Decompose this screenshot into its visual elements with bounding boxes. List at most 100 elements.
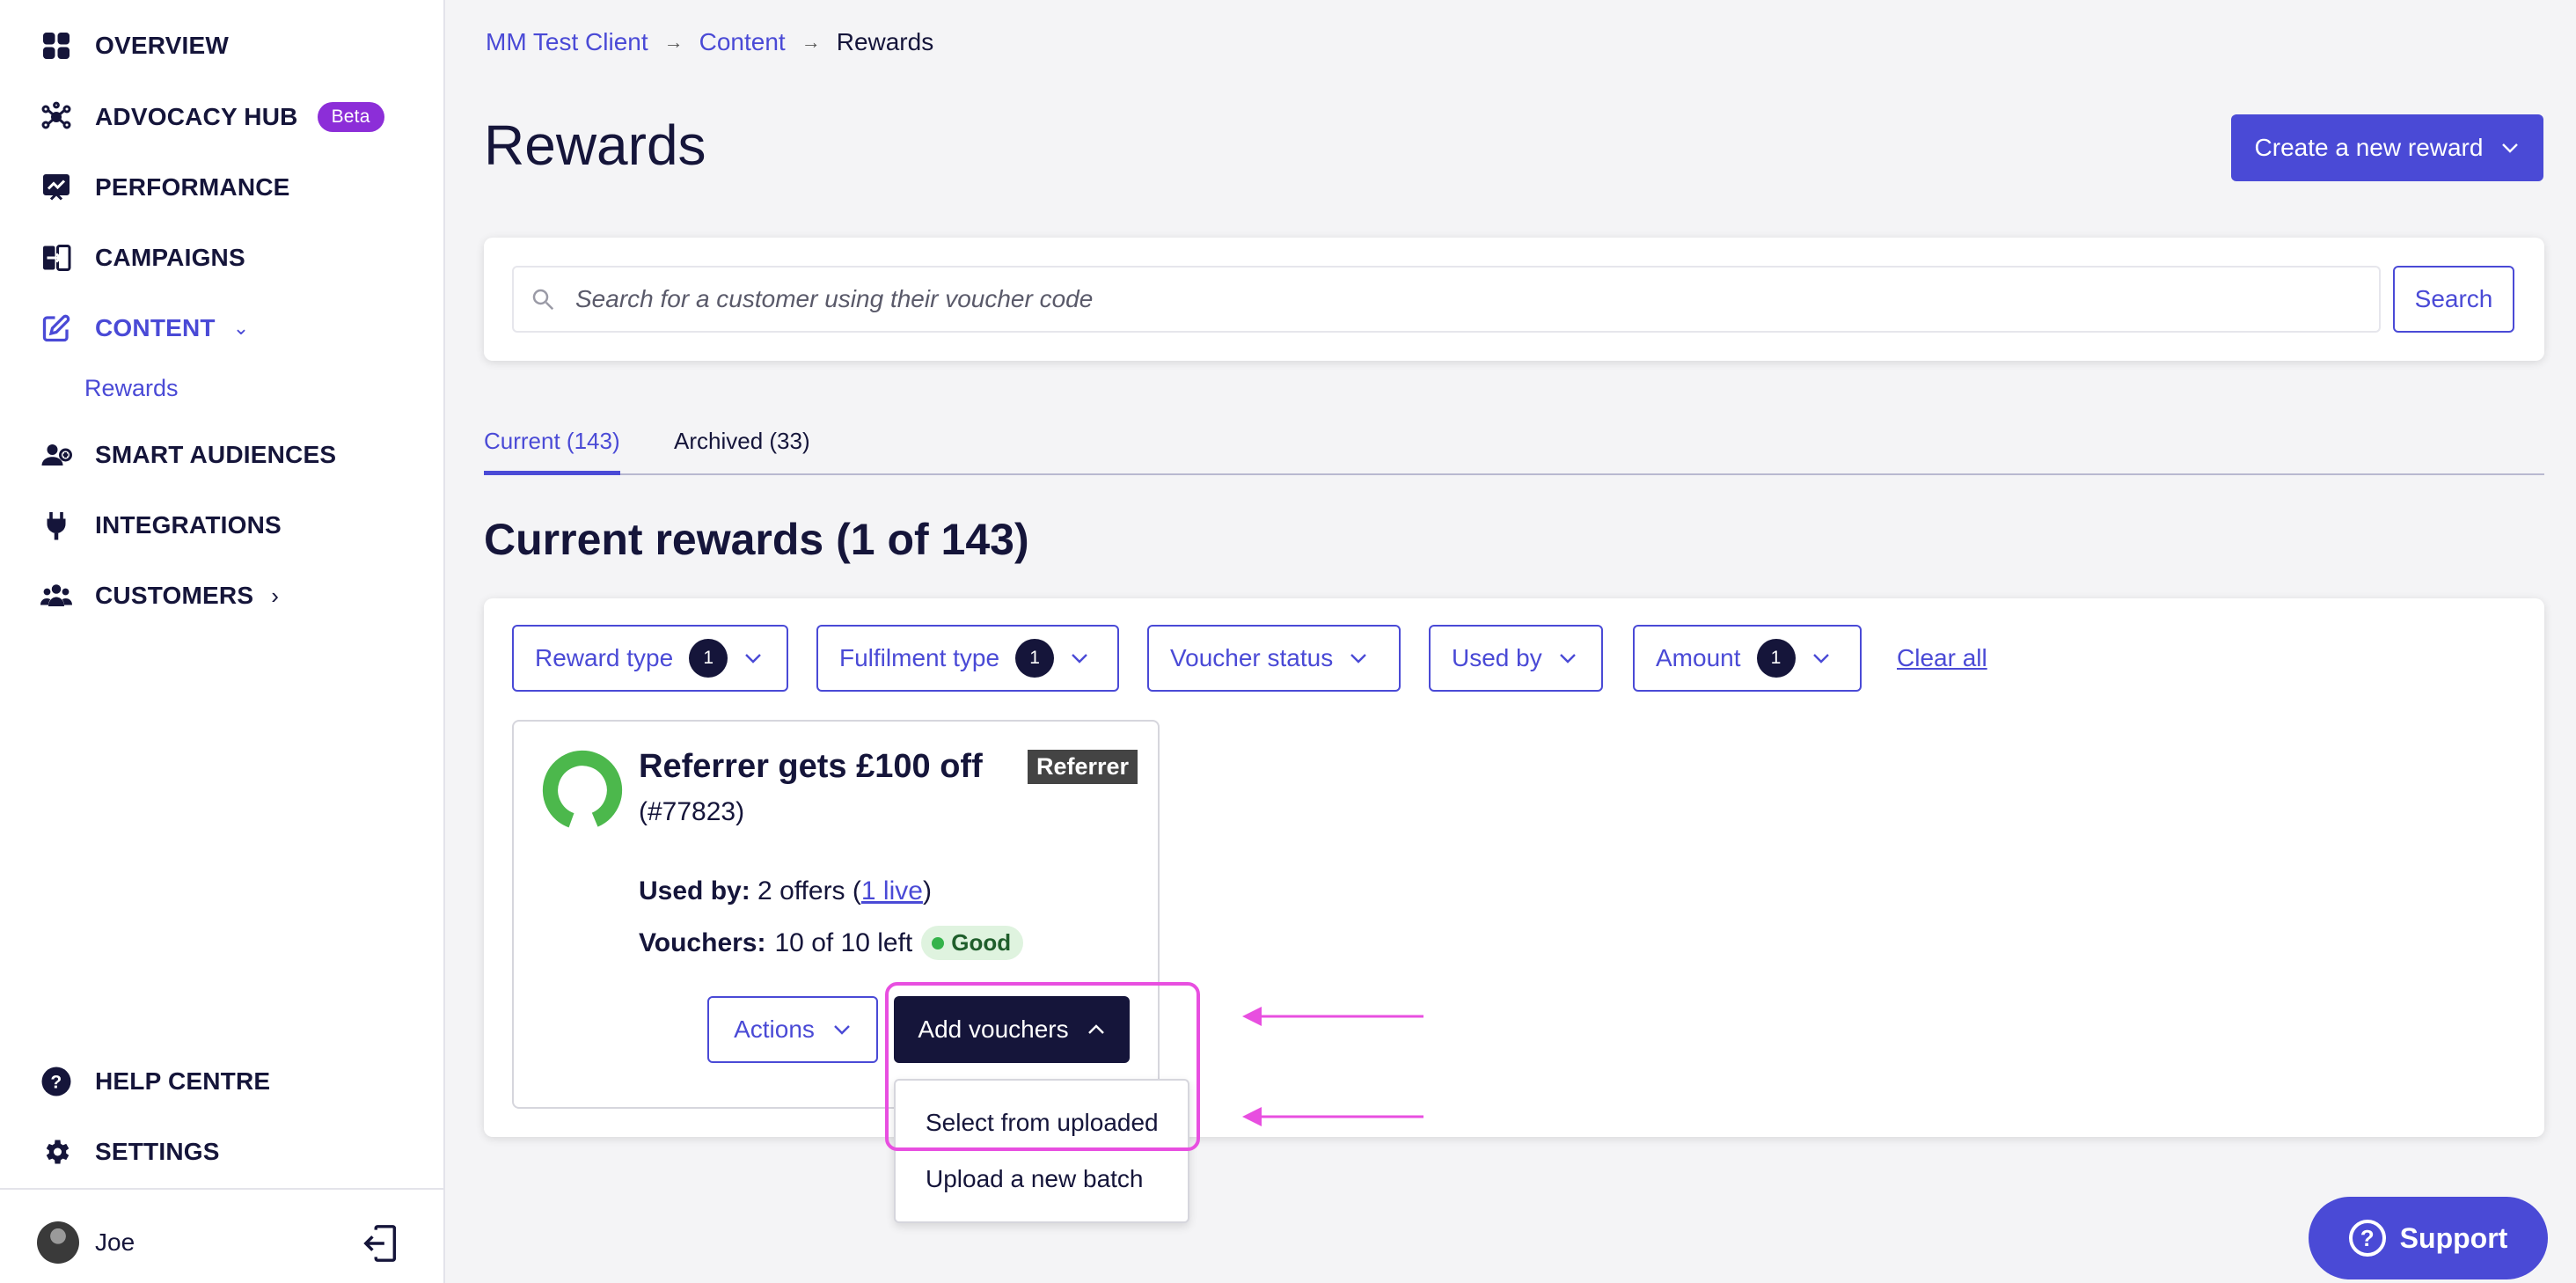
support-button[interactable]: ? Support	[2309, 1197, 2548, 1279]
edit-icon	[40, 312, 72, 344]
nav-customers[interactable]: CUSTOMERS ›	[40, 574, 279, 618]
nav-advocacy-hub[interactable]: ADVOCACY HUB Beta	[40, 95, 384, 139]
nav-help-centre[interactable]: ? HELP CENTRE	[40, 1059, 270, 1103]
referrer-tag: Referrer	[1028, 750, 1138, 784]
filter-reward-type[interactable]: Reward type 1	[512, 625, 788, 692]
vouchers-value: 10 of 10 left	[774, 927, 913, 957]
status-text: Good	[951, 929, 1012, 956]
used-by-value: 2 offers (	[757, 876, 861, 905]
user-name: Joe	[95, 1228, 135, 1256]
breadcrumb-content[interactable]: Content	[699, 28, 786, 56]
page-title: Rewards	[484, 114, 706, 177]
section-title: Current rewards (1 of 143)	[484, 515, 1029, 564]
nav-label: INTEGRATIONS	[95, 511, 282, 539]
svg-text:?: ?	[50, 1073, 62, 1093]
search-icon	[532, 289, 554, 311]
progress-ring-icon	[542, 750, 623, 831]
beta-badge: Beta	[317, 102, 384, 132]
arrow-left-icon	[1242, 1007, 1423, 1026]
filter-fulfilment-type[interactable]: Fulfilment type 1	[816, 625, 1119, 692]
tabs: Current (143) Archived (33)	[484, 424, 2544, 475]
chevron-down-icon	[834, 1025, 850, 1035]
people-icon	[40, 580, 72, 612]
create-reward-button[interactable]: Create a new reward	[2231, 114, 2543, 181]
campaign-icon	[40, 242, 72, 274]
logout-icon[interactable]	[361, 1223, 401, 1264]
chevron-down-icon	[1072, 654, 1087, 663]
chevron-down-icon	[745, 654, 762, 663]
avatar	[37, 1221, 79, 1264]
search-box	[512, 266, 2381, 333]
highlight-annotation	[885, 982, 1200, 1151]
status-dot-icon	[932, 936, 945, 949]
chevron-down-icon	[1812, 654, 1829, 663]
search-button[interactable]: Search	[2393, 266, 2514, 333]
nav-integrations[interactable]: INTEGRATIONS	[40, 503, 282, 547]
nav-campaigns[interactable]: CAMPAIGNS	[40, 236, 245, 280]
reward-id: (#77823)	[639, 797, 745, 826]
create-reward-label: Create a new reward	[2254, 134, 2484, 161]
nav-label: CONTENT	[95, 314, 216, 341]
nav-label: ADVOCACY HUB	[95, 103, 298, 130]
nav-label: OVERVIEW	[95, 32, 230, 59]
gear-icon	[40, 1136, 72, 1168]
menu-item-upload-batch[interactable]: Upload a new batch	[926, 1165, 1144, 1193]
chevron-down-icon	[2502, 143, 2519, 153]
live-offers-link[interactable]: 1 live	[861, 876, 923, 905]
arrow-left-icon	[1242, 1107, 1423, 1126]
nav-performance[interactable]: PERFORMANCE	[40, 165, 290, 209]
tab-archived[interactable]: Archived (33)	[674, 424, 810, 475]
nav-label: PERFORMANCE	[95, 173, 290, 201]
chevron-down-icon	[1350, 654, 1367, 663]
nav-label: CUSTOMERS	[95, 582, 254, 609]
breadcrumb-current: Rewards	[836, 28, 934, 55]
filter-voucher-status[interactable]: Voucher status	[1147, 625, 1401, 692]
clear-all-link[interactable]: Clear all	[1897, 644, 1987, 672]
search-card: Search	[484, 238, 2544, 361]
breadcrumb-client[interactable]: MM Test Client	[486, 28, 648, 56]
actions-button[interactable]: Actions	[707, 996, 878, 1063]
grid-icon	[40, 30, 72, 62]
nav-label: SMART AUDIENCES	[95, 441, 337, 468]
nav-settings[interactable]: SETTINGS	[40, 1130, 220, 1174]
filter-used-by[interactable]: Used by	[1429, 625, 1603, 692]
status-badge: Good	[921, 926, 1024, 960]
filter-label: Amount	[1656, 644, 1741, 671]
chevron-right-icon: ›	[271, 582, 280, 609]
filter-count-badge: 1	[689, 639, 728, 678]
breadcrumb: MM Test Client → Content → Rewards	[486, 28, 933, 56]
audience-icon	[40, 439, 72, 471]
chart-board-icon	[40, 172, 72, 203]
support-label: Support	[2399, 1221, 2508, 1254]
filter-label: Voucher status	[1170, 644, 1334, 671]
filter-count-badge: 1	[1015, 639, 1055, 678]
sidebar: OVERVIEW ADVOCACY HUB Beta PERFORMANCE C…	[0, 0, 445, 1283]
sidebar-divider	[0, 1188, 445, 1190]
used-by-label: Used by:	[639, 876, 750, 905]
arrow-right-icon: →	[801, 31, 821, 53]
filter-label: Used by	[1452, 644, 1542, 671]
help-icon: ?	[2348, 1220, 2386, 1257]
filter-amount[interactable]: Amount 1	[1633, 625, 1862, 692]
network-icon	[40, 101, 72, 133]
nav-content[interactable]: CONTENT ⌄	[40, 306, 249, 350]
chevron-down-icon	[1559, 654, 1576, 663]
filter-label: Fulfilment type	[839, 644, 1000, 671]
user-profile[interactable]: Joe	[37, 1221, 135, 1264]
nav-overview[interactable]: OVERVIEW	[40, 24, 229, 68]
nav-smart-audiences[interactable]: SMART AUDIENCES	[40, 433, 336, 477]
used-by-row: Used by: 2 offers (1 live)	[639, 876, 932, 906]
help-icon: ?	[40, 1066, 72, 1097]
search-input[interactable]	[575, 285, 2247, 313]
vouchers-label: Vouchers:	[639, 927, 766, 957]
sidebar-subitem-rewards[interactable]: Rewards	[84, 375, 179, 402]
chevron-down-icon: ⌄	[232, 317, 250, 339]
plug-icon	[40, 510, 72, 541]
used-by-close: )	[922, 876, 932, 905]
actions-label: Actions	[734, 1015, 815, 1043]
nav-label: CAMPAIGNS	[95, 244, 245, 271]
tab-current[interactable]: Current (143)	[484, 424, 620, 475]
reward-title: Referrer gets £100 off	[639, 748, 983, 785]
rewards-card: Reward type 1 Fulfilment type 1 Voucher …	[484, 598, 2544, 1137]
arrow-right-icon: →	[663, 31, 684, 53]
